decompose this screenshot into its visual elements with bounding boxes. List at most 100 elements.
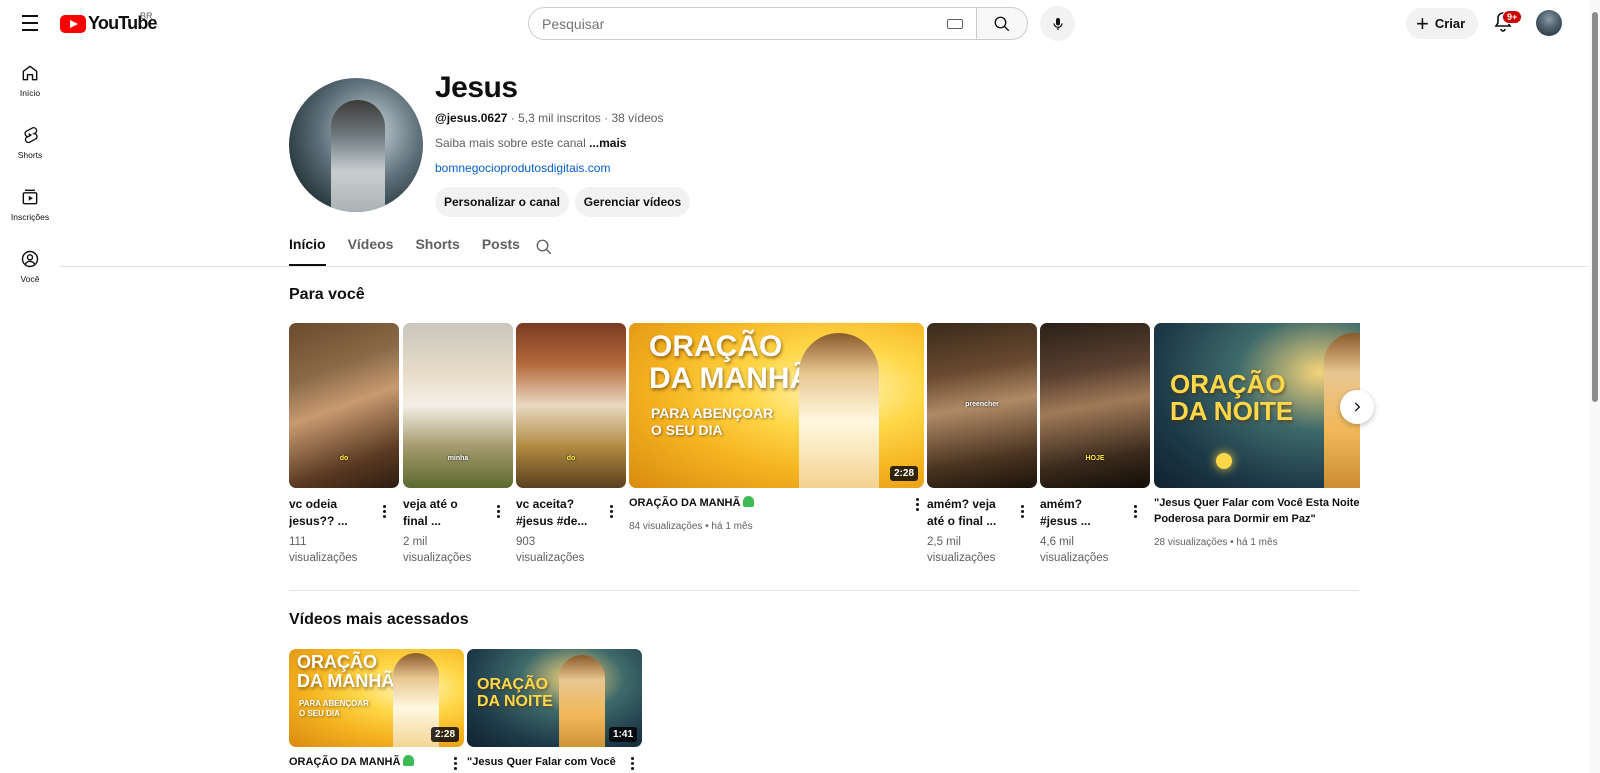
thumbnail-overlay-subtitle: PARA ABENÇOAR O SEU DIA [299,699,369,718]
top-bar: YouTube BR + Criar 9+ [0,0,1600,46]
video-duration: 2:28 [889,466,918,481]
tab-home[interactable]: Início [289,236,326,266]
short-thumbnail[interactable]: do [289,323,399,488]
short-views: 4,6 mil visualizações [1040,536,1109,564]
keyboard-icon[interactable] [947,18,963,29]
plus-icon: + [1416,10,1429,36]
sidebar-item-label: Início [19,88,41,98]
channel-stats: · 5,3 mil inscritos · 38 vídeos [507,111,664,125]
microphone-icon [1052,17,1063,30]
video-thumbnail[interactable]: ORAÇÃO DA MANHÃ PARA ABENÇOAR O SEU DIA 2:… [629,323,924,488]
more-options-icon[interactable] [604,501,618,521]
channel-tabs: Início Vídeos Shorts Posts [289,236,542,266]
video-thumbnail[interactable]: ORAÇÃO DA MANHÃ PARA ABENÇOAR O SEU DIA 2:… [289,649,464,747]
sidebar-item-label: Shorts [17,150,43,160]
channel-avatar[interactable] [289,78,423,212]
tab-shorts[interactable]: Shorts [415,236,459,266]
channel-description[interactable]: Saiba mais sobre este canal ...mais [435,136,626,150]
short-caption: preencher [965,401,999,408]
short-title[interactable]: amém? veja até o final ... [927,496,1007,530]
thumbnail-overlay-subtitle: PARA ABENÇOAR O SEU DIA [651,405,774,438]
sidebar-item-home[interactable]: Início [0,56,60,118]
search-bar [528,7,1028,40]
short-title[interactable]: veja até o final ... [403,496,483,530]
you-icon [21,250,39,268]
short-caption: minha [447,455,469,462]
carousel-next-button[interactable] [1340,390,1374,424]
short-title[interactable]: vc odeia jesus?? ... [289,496,369,530]
tabs-divider [60,266,1590,267]
sidebar-item-label: Você [20,274,40,284]
emoji-icon [743,496,755,507]
notification-badge: 9+ [1502,10,1523,24]
moon-shape [1216,453,1232,469]
channel-link[interactable]: bomnegocioprodutosdigitais.com [435,161,610,175]
search-field [528,7,976,40]
sidebar-item-you[interactable]: Você [0,242,60,304]
manage-videos-button[interactable]: Gerenciar vídeos [575,187,690,217]
create-button[interactable]: + Criar [1406,8,1478,39]
more-options-icon[interactable] [910,494,924,514]
more-options-icon[interactable] [377,501,391,521]
more-link[interactable]: ...mais [589,136,626,150]
search-input[interactable] [542,15,902,32]
page-scrollbar[interactable] [1590,0,1600,773]
section-title-for-you: Para você [289,286,365,303]
youtube-play-icon [60,14,86,33]
video-meta: 84 visualizações • há 1 mês [629,521,753,532]
jesus-figure [559,655,605,747]
shorts-icon [24,127,38,144]
short-title[interactable]: amém? #jesus ... [1040,496,1120,530]
short-thumbnail[interactable]: HOJE [1040,323,1150,488]
more-options-icon[interactable] [1128,501,1142,521]
section-title-most-viewed: Vídeos mais acessados [289,611,469,628]
sidebar-item-shorts[interactable]: Shorts [0,118,60,180]
channel-handle: @jesus.0627 [435,111,508,125]
short-views: 111 visualizações [289,536,358,564]
emoji-icon [403,755,415,766]
search-icon [994,16,1010,31]
scrollbar-thumb[interactable] [1592,12,1598,402]
video-title[interactable]: "Jesus Quer Falar com Você Esta Noite Pod… [1154,495,1360,527]
short-title[interactable]: vc aceita? #jesus #de... [516,496,596,530]
subscriptions-icon [22,189,38,205]
sidebar: Início Shorts Inscrições Você [0,56,60,304]
more-options-icon[interactable] [448,753,462,773]
video-meta: 28 visualizações • há 1 mês [1154,537,1278,548]
short-thumbnail[interactable]: preencher [927,323,1037,488]
thumbnail-overlay-title: ORAÇÃO DA NOITE [1170,369,1294,427]
jesus-figure [799,333,879,488]
account-avatar[interactable] [1536,10,1562,36]
section-divider [289,590,1359,591]
search-button[interactable] [976,7,1028,40]
short-caption: do [339,455,349,462]
more-options-icon[interactable] [1015,501,1029,521]
video-title[interactable]: "Jesus Quer Falar com Você [467,754,617,771]
thumbnail-overlay-title: ORAÇÃO DA MANHÃ [649,330,812,395]
more-options-icon[interactable] [491,501,505,521]
voice-search-button[interactable] [1040,6,1075,41]
menu-icon[interactable] [16,10,44,36]
video-thumbnail[interactable]: ORAÇÃO DA NOITE [1154,323,1360,488]
sidebar-item-subscriptions[interactable]: Inscrições [0,180,60,242]
customize-channel-button[interactable]: Personalizar o canal [435,187,569,217]
video-duration: 1:41 [608,727,637,742]
short-thumbnail[interactable]: minha [403,323,513,488]
video-title[interactable]: ORAÇÃO DA MANHÃ [629,495,889,512]
video-title[interactable]: ORAÇÃO DA MANHÃ [289,754,439,771]
short-caption: do [566,455,576,462]
chevron-right-icon [1354,402,1361,412]
avatar-figure [331,100,385,212]
short-views: 2,5 mil visualizações [927,536,996,564]
create-label: Criar [1434,16,1466,31]
country-code: BR [140,11,153,21]
channel-search-icon[interactable] [535,238,553,256]
more-options-icon[interactable] [625,753,639,773]
sidebar-item-label: Inscrições [10,212,50,222]
video-thumbnail[interactable]: ORAÇÃO DA NOITE 1:41 [467,649,642,747]
short-thumbnail[interactable]: do [516,323,626,488]
thumbnail-overlay-title: ORAÇÃO DA NOITE [477,676,553,710]
channel-meta: @jesus.0627 · 5,3 mil inscritos · 38 víd… [435,111,663,125]
tab-posts[interactable]: Posts [482,236,520,266]
tab-videos[interactable]: Vídeos [348,236,394,266]
